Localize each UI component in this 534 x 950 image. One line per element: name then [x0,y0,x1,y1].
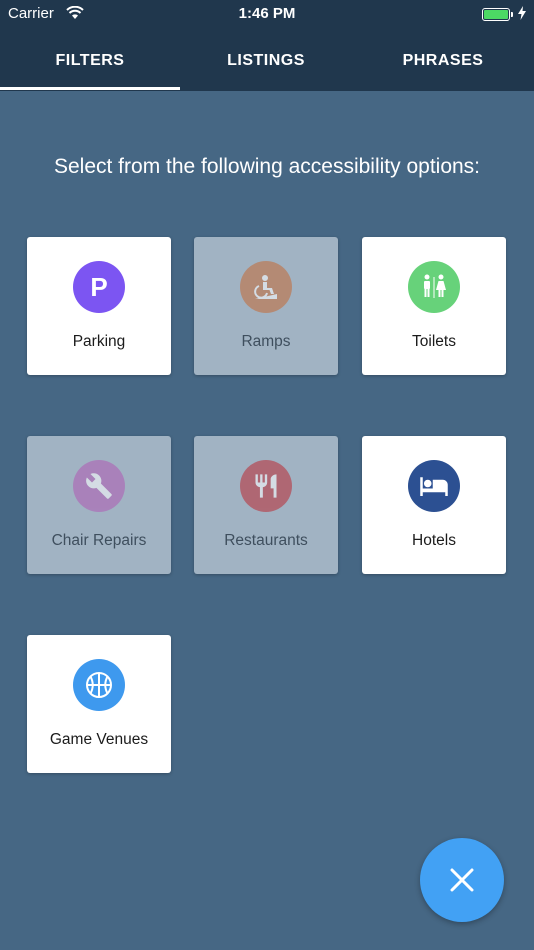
tab-filters[interactable]: FILTERS [0,30,180,91]
filter-label: Game Venues [49,731,149,748]
parking-icon: P [73,261,125,313]
filter-card-chair-repairs[interactable]: Chair Repairs [27,436,171,574]
close-icon [450,868,474,892]
battery-icon [482,8,513,21]
filter-label: Toilets [412,333,456,350]
clock: 1:46 PM [238,5,296,22]
filter-card-parking[interactable]: P Parking [27,237,171,375]
filter-card-restaurants[interactable]: Restaurants [194,436,338,574]
wrench-icon [73,460,125,512]
filter-card-toilets[interactable]: Toilets [362,237,506,375]
filter-card-hotels[interactable]: Hotels [362,436,506,574]
charging-icon [518,6,526,24]
svg-text:P: P [90,272,107,302]
filter-label: Restaurants [224,532,308,549]
close-button[interactable] [420,838,504,922]
filter-label: Parking [72,333,126,350]
filter-label: Ramps [241,333,291,350]
restaurant-icon [240,460,292,512]
ramp-icon [240,261,292,313]
filter-card-ramps[interactable]: Ramps [194,237,338,375]
bed-icon [408,460,460,512]
filter-label: Hotels [412,532,456,549]
tab-active-indicator [0,87,180,90]
tab-listings[interactable]: LISTINGS [180,30,352,91]
page-heading: Select from the following accessibility … [53,155,481,178]
basketball-icon [73,659,125,711]
filter-label: Chair Repairs [51,532,147,549]
toilets-icon [408,261,460,313]
tab-bar: FILTERS LISTINGS PHRASES [0,30,534,91]
tab-phrases[interactable]: PHRASES [352,30,534,91]
filter-card-game-venues[interactable]: Game Venues [27,635,171,773]
status-bar: Carrier 1:46 PM [0,0,534,30]
